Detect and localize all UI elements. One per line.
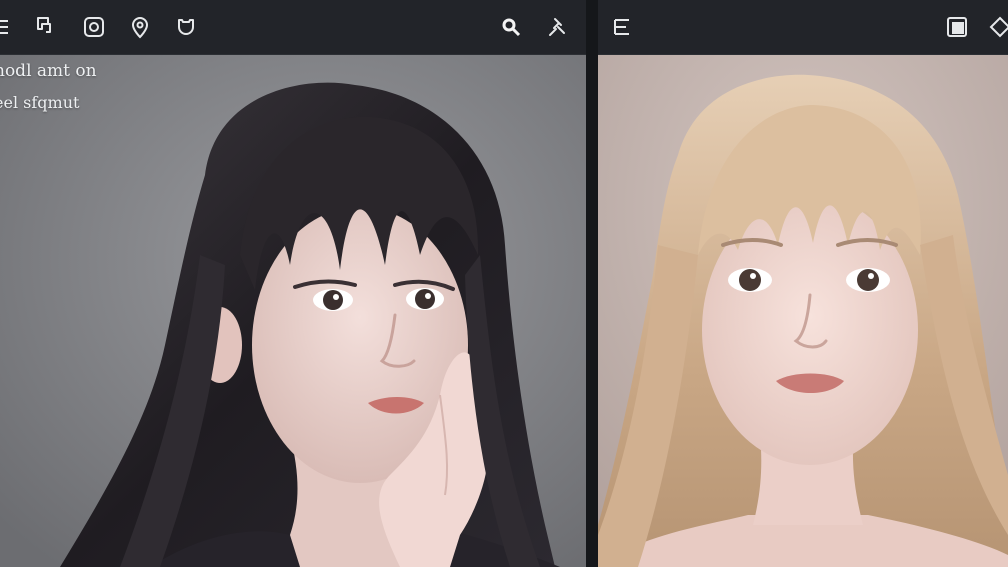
diamond-icon[interactable] [988, 15, 1008, 39]
shield-icon[interactable] [174, 15, 198, 39]
overlay-label-line-1: hodl amt on [0, 61, 97, 81]
right-toolbar [598, 0, 1008, 55]
right-editor-panel [598, 0, 1008, 567]
right-image-viewport[interactable] [598, 55, 1008, 567]
location-pin-icon[interactable] [128, 15, 152, 39]
frame-icon[interactable] [82, 15, 106, 39]
left-toolbar [0, 0, 586, 55]
left-portrait-image [0, 55, 586, 567]
left-editor-panel: hodl amt on eel sfqmut [0, 0, 586, 567]
left-image-viewport[interactable]: hodl amt on eel sfqmut [0, 55, 586, 567]
right-portrait-image [598, 55, 1008, 567]
layers-icon[interactable] [945, 15, 969, 39]
menu-icon[interactable] [0, 15, 12, 39]
overlay-label-line-2: eel sfqmut [0, 93, 80, 112]
export-icon[interactable] [32, 15, 56, 39]
pin-icon[interactable] [546, 15, 570, 39]
menu-icon[interactable] [610, 15, 634, 39]
panel-divider[interactable] [586, 0, 598, 567]
search-icon[interactable] [499, 15, 523, 39]
